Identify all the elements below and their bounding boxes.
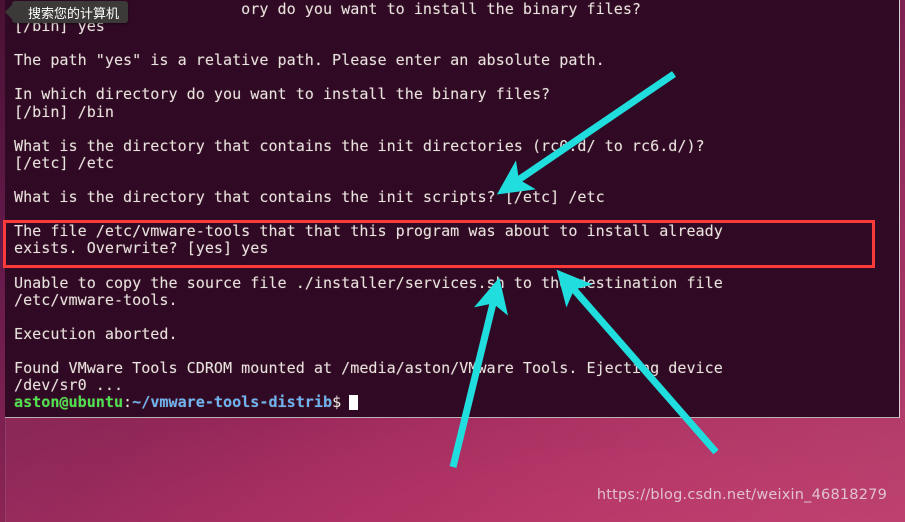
terminal-line: In which directory do you want to instal… — [14, 85, 551, 104]
terminal-cursor — [349, 395, 359, 411]
watermark-text: https://blog.csdn.net/weixin_46818279 — [596, 487, 887, 503]
terminal-line: What is the directory that contains the … — [14, 136, 705, 155]
terminal-line: /etc/vmware-tools. — [14, 290, 178, 309]
terminal-line: What is the directory that contains the … — [14, 188, 605, 207]
terminal-line: [/bin] /bin — [14, 102, 114, 121]
screen-root: ory do you want to install the binary fi… — [0, 0, 905, 522]
terminal-line: [/bin] yes — [14, 17, 105, 36]
prompt-separator: : — [123, 393, 133, 412]
prompt-user-host: aston@ubuntu — [14, 393, 124, 412]
terminal-line: Found VMware Tools CDROM mounted at /med… — [14, 358, 723, 377]
terminal-line: [/etc] /etc — [14, 153, 114, 172]
terminal-prompt-line[interactable]: aston@ubuntu:~/vmware-tools-distrib$ — [14, 394, 894, 411]
prompt-working-directory: ~/vmware-tools-distrib — [132, 393, 333, 412]
prompt-symbol: $ — [332, 393, 342, 412]
csdn-watermark: https://blog.csdn.net/weixin_46818279 — [597, 487, 887, 503]
terminal-line: exists. Overwrite? [yes] yes — [14, 239, 269, 258]
terminal-line: ory do you want to install the binary fi… — [14, 0, 642, 18]
terminal-line: Unable to copy the source file ./install… — [14, 273, 723, 292]
terminal-line: The path "yes" is a relative path. Pleas… — [14, 51, 605, 70]
terminal-window[interactable]: ory do you want to install the binary fi… — [5, 0, 900, 418]
terminal-output: ory do you want to install the binary fi… — [14, 0, 894, 411]
terminal-line: /dev/sr0 ... — [14, 376, 124, 395]
tooltip-label: 搜索您的计算机 — [28, 6, 120, 22]
terminal-line: The file /etc/vmware-tools that that thi… — [14, 222, 723, 241]
search-computer-tooltip: 搜索您的计算机 — [12, 1, 129, 23]
terminal-line: Execution aborted. — [14, 324, 178, 343]
